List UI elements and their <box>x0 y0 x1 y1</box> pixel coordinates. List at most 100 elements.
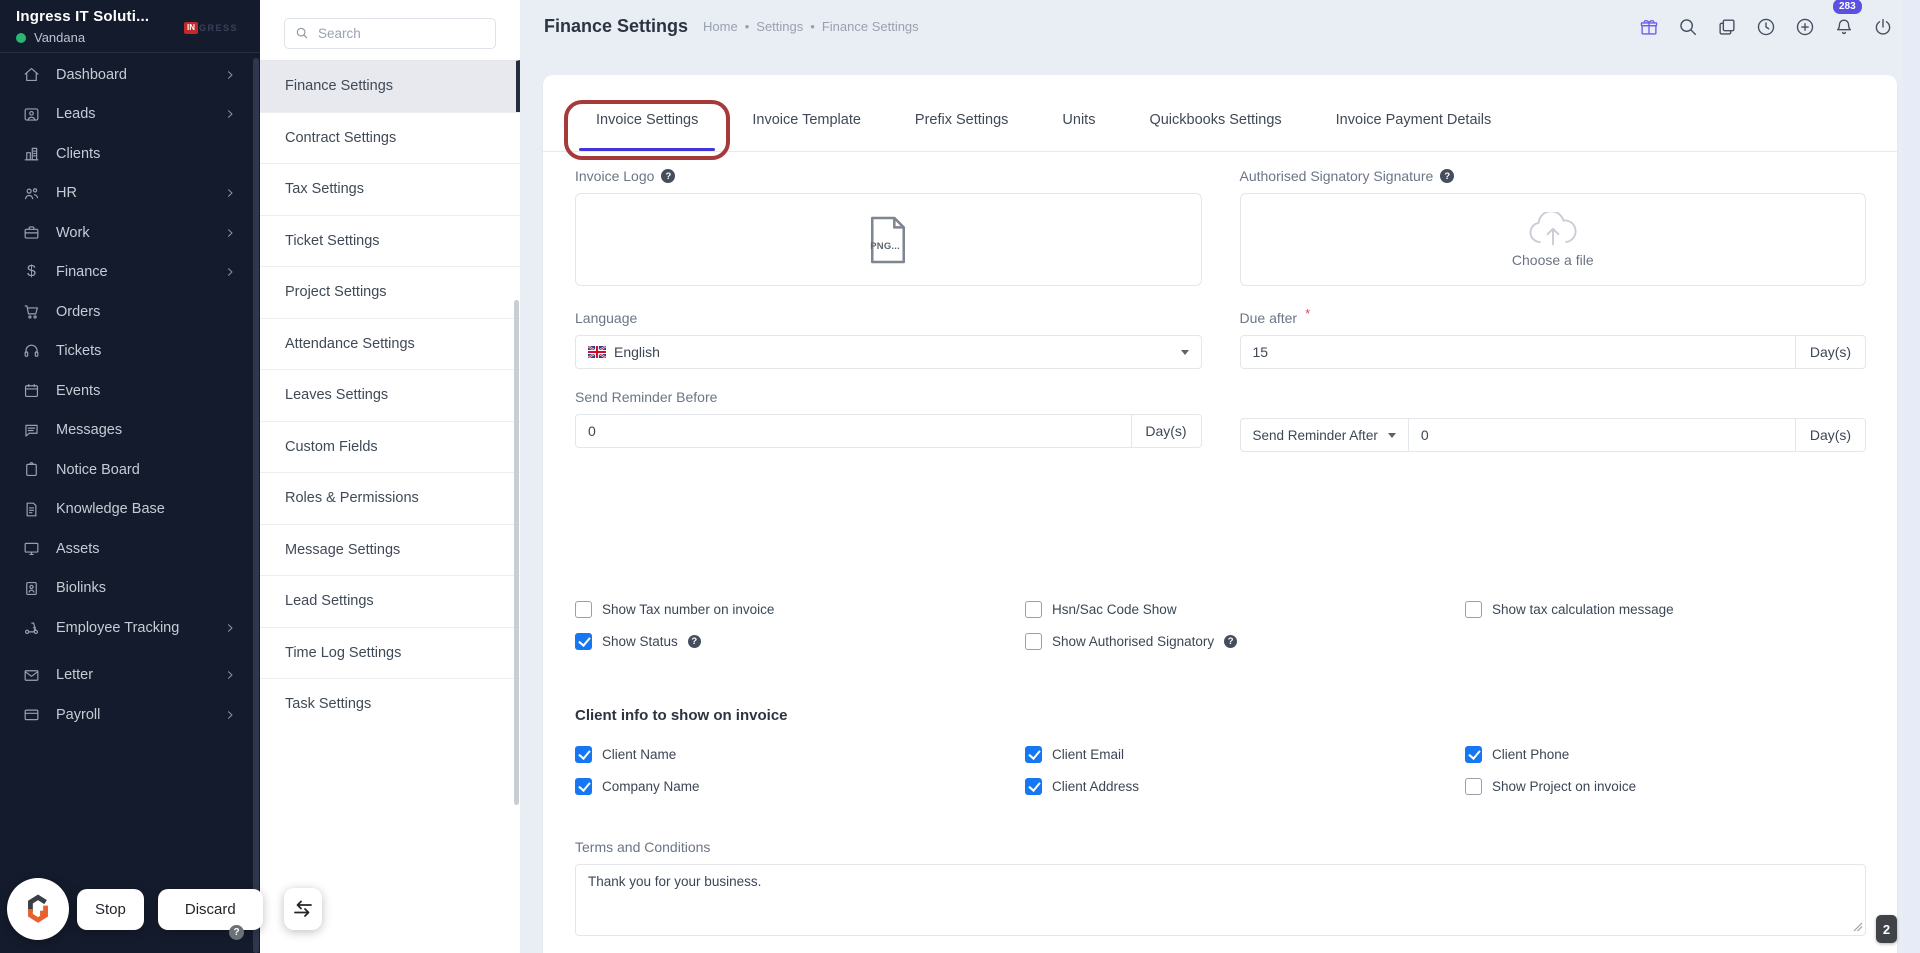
sidebar-item-employee-tracking[interactable]: Employee Tracking <box>0 608 260 648</box>
reminder-before-input[interactable] <box>575 414 1131 448</box>
breadcrumb-home[interactable]: Home <box>703 19 738 34</box>
sidebar-item-biolinks[interactable]: Biolinks <box>0 569 260 609</box>
leads-icon <box>22 105 41 124</box>
help-icon[interactable] <box>1440 169 1455 183</box>
tab-prefix-settings[interactable]: Prefix Settings <box>888 89 1036 151</box>
settings-nav-scrollbar[interactable] <box>514 300 519 805</box>
sidebar-item-dashboard[interactable]: Dashboard <box>0 55 260 95</box>
checkbox-client-phone[interactable]: Client Phone <box>1465 746 1866 763</box>
checkbox-checked[interactable] <box>1465 746 1482 763</box>
sidebar-item-tickets[interactable]: Tickets <box>0 332 260 372</box>
reminder-after-field: Send Reminder After Day(s) <box>1239 389 1866 452</box>
checkbox[interactable] <box>1465 778 1482 795</box>
checkbox-show-tax-calculation[interactable]: Show tax calculation message <box>1465 601 1866 618</box>
checkbox-checked[interactable] <box>575 778 592 795</box>
sidebar-item-letter[interactable]: Letter <box>0 656 260 696</box>
power-icon[interactable] <box>1872 16 1894 38</box>
sidebar-scrollbar[interactable] <box>253 58 259 953</box>
tab-invoice-template[interactable]: Invoice Template <box>725 89 888 151</box>
settings-nav-item-task-settings[interactable]: Task Settings <box>260 678 520 730</box>
recorder-logo[interactable] <box>7 878 69 940</box>
sidebar-item-orders[interactable]: Orders <box>0 292 260 332</box>
tab-units[interactable]: Units <box>1035 89 1122 151</box>
settings-nav-item-leaves-settings[interactable]: Leaves Settings <box>260 369 520 421</box>
plus-circle-icon[interactable] <box>1794 16 1816 38</box>
checkbox-show-tax-number[interactable]: Show Tax number on invoice <box>575 601 1025 618</box>
settings-nav-item-attendance-settings[interactable]: Attendance Settings <box>260 317 520 369</box>
tab-invoice-settings[interactable]: Invoice Settings <box>564 89 731 160</box>
reminder-after-input[interactable] <box>1407 418 1795 452</box>
help-icon[interactable] <box>661 169 676 183</box>
settings-nav-item-contract-settings[interactable]: Contract Settings <box>260 111 520 163</box>
sidebar-item-events[interactable]: Events <box>0 371 260 411</box>
checkbox-show-status[interactable]: Show Status <box>575 633 1025 650</box>
terms-textarea[interactable]: Thank you for your business. <box>575 864 1866 936</box>
brand-logo-badge: IN <box>183 22 198 34</box>
settings-nav-item-project-settings[interactable]: Project Settings <box>260 266 520 318</box>
checkbox-show-project[interactable]: Show Project on invoice <box>1465 778 1866 795</box>
swap-icon-button[interactable] <box>283 888 322 930</box>
search-icon[interactable] <box>1677 16 1699 38</box>
clock-icon[interactable] <box>1755 16 1777 38</box>
sidebar-item-messages[interactable]: Messages <box>0 411 260 451</box>
settings-nav-item-tax-settings[interactable]: Tax Settings <box>260 163 520 215</box>
biolinks-badge-icon <box>22 579 41 598</box>
sidebar-item-finance[interactable]: Finance <box>0 253 260 293</box>
help-icon[interactable] <box>1224 635 1238 648</box>
sidebar-item-work[interactable]: Work <box>0 213 260 253</box>
invoice-logo-upload[interactable]: PNG... <box>575 193 1202 286</box>
sidebar-item-notice-board[interactable]: Notice Board <box>0 450 260 490</box>
notifications-bell-icon[interactable]: 283 <box>1833 0 1862 38</box>
signature-upload[interactable]: Choose a file <box>1239 193 1866 286</box>
settings-nav-item-message-settings[interactable]: Message Settings <box>260 523 520 575</box>
resize-handle-icon[interactable] <box>1853 922 1863 932</box>
send-reminder-after-dropdown[interactable]: Send Reminder After <box>1239 418 1408 452</box>
sidebar-item-payroll[interactable]: Payroll <box>0 695 260 735</box>
checkbox-client-address[interactable]: Client Address <box>1025 778 1465 795</box>
checkbox[interactable] <box>1025 601 1042 618</box>
stop-button[interactable]: Stop <box>77 888 144 930</box>
checkbox[interactable] <box>575 601 592 618</box>
tab-quickbooks-settings[interactable]: Quickbooks Settings <box>1122 89 1308 151</box>
sidebar-item-hr[interactable]: HR <box>0 174 260 214</box>
discard-button[interactable]: Discard <box>157 888 263 930</box>
letter-envelope-icon <box>22 666 41 685</box>
settings-nav-item-ticket-settings[interactable]: Ticket Settings <box>260 214 520 266</box>
checkbox-client-name[interactable]: Client Name <box>575 746 1025 763</box>
breadcrumb-settings[interactable]: Settings <box>745 19 803 34</box>
settings-sidebar: Finance Settings Contract Settings Tax S… <box>260 0 520 953</box>
sidebar-item-clients[interactable]: Clients <box>0 134 260 174</box>
due-after-input[interactable] <box>1239 335 1795 369</box>
language-select[interactable]: English <box>575 335 1202 369</box>
tab-invoice-payment-details[interactable]: Invoice Payment Details <box>1309 89 1519 151</box>
settings-nav-item-custom-fields[interactable]: Custom Fields <box>260 420 520 472</box>
reminder-row: Send Reminder Before Day(s) Send Reminde… <box>575 389 1866 452</box>
settings-nav-item-time-log-settings[interactable]: Time Log Settings <box>260 626 520 678</box>
page-number-badge: 2 <box>1876 915 1897 943</box>
settings-nav-item-roles-permissions[interactable]: Roles & Permissions <box>260 472 520 524</box>
checkbox-show-authorised-signatory[interactable]: Show Authorised Signatory <box>1025 633 1465 650</box>
checkbox-checked[interactable] <box>575 633 592 650</box>
settings-nav-item-finance-settings[interactable]: Finance Settings <box>260 60 520 112</box>
checkbox-checked[interactable] <box>1025 778 1042 795</box>
checkbox-company-name[interactable]: Company Name <box>575 778 1025 795</box>
checkbox-hsn-sac-code[interactable]: Hsn/Sac Code Show <box>1025 601 1465 618</box>
main-area: Finance Settings Home Settings Finance S… <box>520 0 1920 953</box>
settings-nav-item-lead-settings[interactable]: Lead Settings <box>260 575 520 627</box>
help-icon[interactable] <box>687 635 701 648</box>
notes-icon[interactable] <box>1716 16 1738 38</box>
checkbox[interactable] <box>1465 601 1482 618</box>
page-scrollbar-track[interactable] <box>1903 0 1920 953</box>
sidebar-item-knowledge-base[interactable]: Knowledge Base <box>0 490 260 530</box>
chevron-right-icon <box>224 622 236 634</box>
checkbox[interactable] <box>1025 633 1042 650</box>
help-bubble-icon[interactable]: ? <box>229 925 244 940</box>
checkbox-checked[interactable] <box>1025 746 1042 763</box>
sidebar-item-leads[interactable]: Leads <box>0 95 260 135</box>
gift-icon[interactable] <box>1638 16 1660 38</box>
checkbox-checked[interactable] <box>575 746 592 763</box>
settings-search-input[interactable] <box>284 18 496 49</box>
checkbox-client-email[interactable]: Client Email <box>1025 746 1465 763</box>
brand-logo: IN GRESS <box>183 22 238 34</box>
sidebar-item-assets[interactable]: Assets <box>0 529 260 569</box>
